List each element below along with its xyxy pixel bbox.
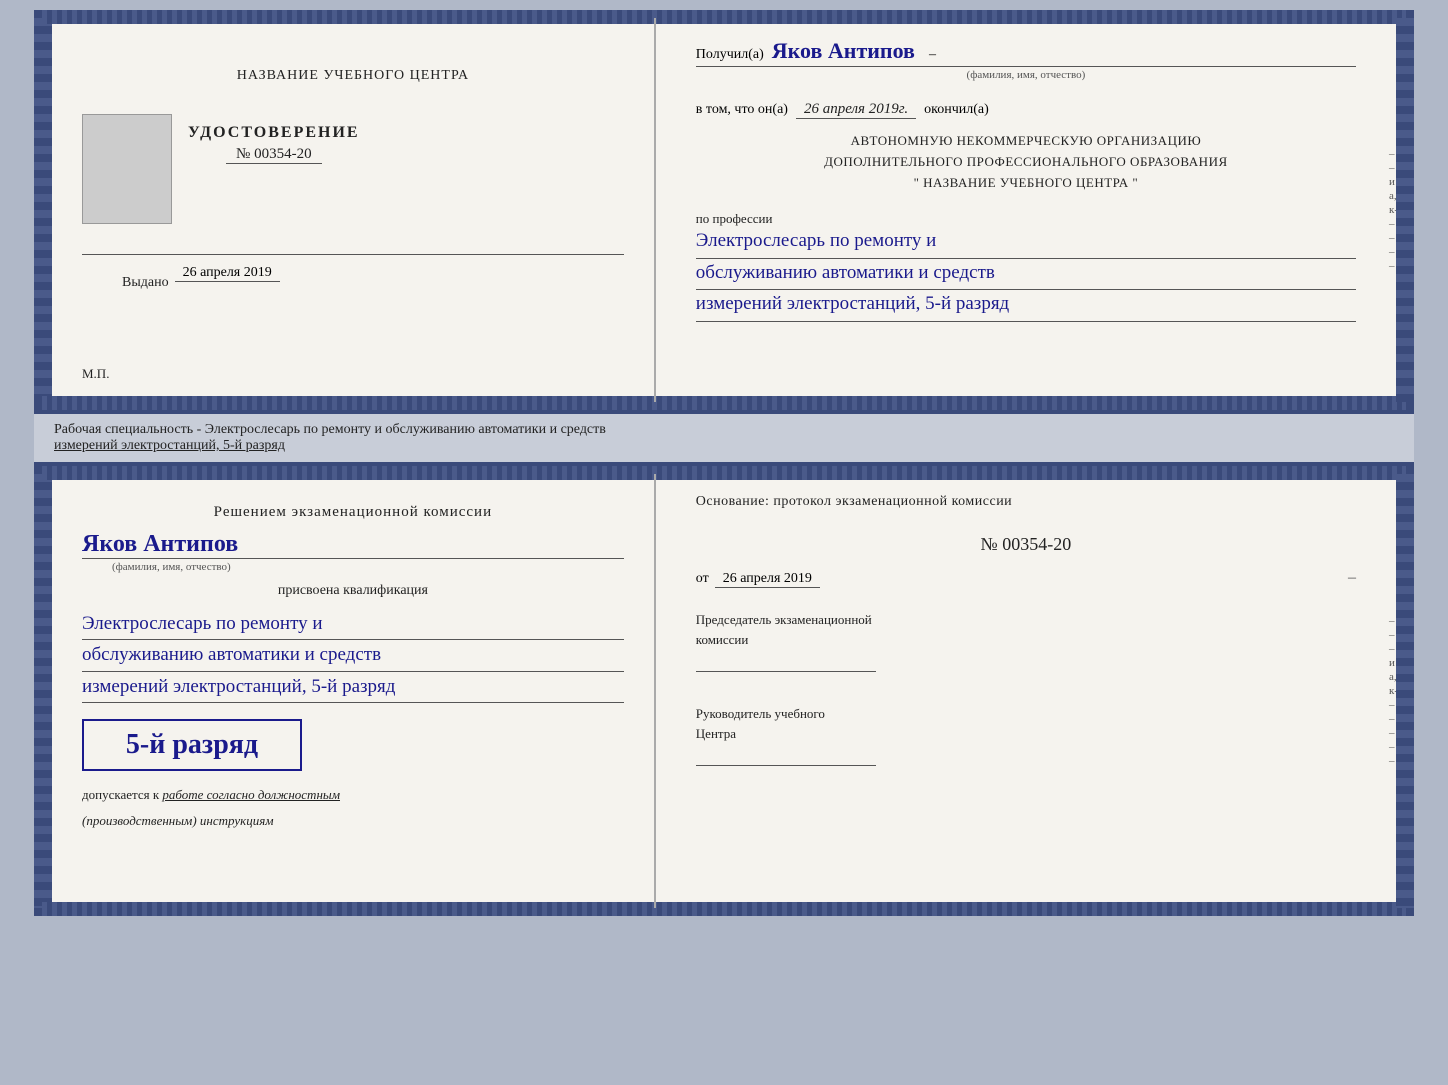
инструкции-label: (производственным) инструкциям bbox=[82, 813, 624, 829]
chairman-label: Председатель экзаменационной bbox=[696, 612, 1356, 628]
qual-line2: обслуживанию автоматики и средств bbox=[82, 640, 624, 671]
vtom-prefix: в том, что он(а) bbox=[696, 102, 788, 118]
middle-text-line1: Рабочая специальность - Электрослесарь п… bbox=[54, 422, 1394, 438]
profession-line1: Электрослесарь по ремонту и bbox=[696, 227, 1356, 259]
fio-subtitle-bottom: (фамилия, имя, отчество) bbox=[112, 561, 231, 573]
profession-line3: измерений электростанций, 5-й разряд bbox=[696, 290, 1356, 322]
org-block: АВТОНОМНУЮ НЕКОММЕРЧЕСКУЮ ОРГАНИЗАЦИЮ ДО… bbox=[696, 131, 1356, 193]
completion-date: 26 апреля 2019г. bbox=[796, 101, 916, 119]
org-line1: АВТОНОМНУЮ НЕКОММЕРЧЕСКУЮ ОРГАНИЗАЦИЮ bbox=[696, 131, 1356, 152]
допускается-block: допускается к работе согласно должностны… bbox=[82, 787, 624, 803]
profession-line2: обслуживанию автоматики и средств bbox=[696, 259, 1356, 291]
training-center-title: НАЗВАНИЕ УЧЕБНОГО ЦЕНТРА bbox=[237, 68, 469, 84]
certificate-number: № 00354-20 bbox=[226, 146, 322, 164]
head-label2: Центра bbox=[696, 726, 1356, 742]
protocol-number: № 00354-20 bbox=[696, 534, 1356, 555]
head-label: Руководитель учебного bbox=[696, 706, 1356, 722]
chairman-signature-line bbox=[696, 652, 876, 672]
cert-top-right: Получил(а) Яков Антипов – (фамилия, имя,… bbox=[656, 18, 1406, 402]
rank-badge: 5-й разряд bbox=[82, 719, 302, 771]
допускается-prefix: допускается к bbox=[82, 787, 159, 802]
recipient-name: Яков Антипов bbox=[772, 38, 915, 64]
cert-bottom-left: Решением экзаменационной комиссии Яков А… bbox=[42, 474, 656, 908]
assigned-label: присвоена квалификация bbox=[82, 583, 624, 599]
document-wrapper: НАЗВАНИЕ УЧЕБНОГО ЦЕНТРА УДОСТОВЕРЕНИЕ №… bbox=[34, 10, 1414, 916]
qual-line3: измерений электростанций, 5-й разряд bbox=[82, 672, 624, 703]
protocol-date: 26 апреля 2019 bbox=[715, 571, 820, 588]
head-block: Руководитель учебного Центра bbox=[696, 706, 1356, 766]
issued-date: 26 апреля 2019 bbox=[175, 265, 280, 282]
допускается-italic: работе согласно должностным bbox=[162, 787, 340, 802]
bottom-name: Яков Антипов bbox=[82, 531, 624, 559]
chairman-label2: комиссии bbox=[696, 632, 1356, 648]
fio-subtitle-top: (фамилия, имя, отчество) bbox=[696, 69, 1356, 81]
org-line2: ДОПОЛНИТЕЛЬНОГО ПРОФЕССИОНАЛЬНОГО ОБРАЗО… bbox=[696, 152, 1356, 173]
udostoverenie-block: УДОСТОВЕРЕНИЕ № 00354-20 bbox=[188, 124, 360, 164]
qual-line1: Электрослесарь по ремонту и bbox=[82, 609, 624, 640]
mp-label: М.П. bbox=[82, 366, 109, 382]
certificate-top: НАЗВАНИЕ УЧЕБНОГО ЦЕНТРА УДОСТОВЕРЕНИЕ №… bbox=[34, 10, 1414, 410]
middle-text-line2: измерений электростанций, 5-й разряд bbox=[54, 438, 1394, 454]
decision-title: Решением экзаменационной комиссии bbox=[82, 504, 624, 521]
middle-band: Рабочая специальность - Электрослесарь п… bbox=[34, 410, 1414, 466]
certificate-bottom: Решением экзаменационной комиссии Яков А… bbox=[34, 466, 1414, 916]
received-prefix: Получил(а) bbox=[696, 47, 764, 63]
protocol-date-prefix: от bbox=[696, 571, 709, 587]
chairman-block: Председатель экзаменационной комиссии bbox=[696, 612, 1356, 672]
issued-label: Выдано bbox=[122, 275, 169, 291]
okончил-label: окончил(а) bbox=[924, 102, 989, 118]
cert-top-left: НАЗВАНИЕ УЧЕБНОГО ЦЕНТРА УДОСТОВЕРЕНИЕ №… bbox=[42, 18, 656, 402]
head-signature-line bbox=[696, 746, 876, 766]
profession-prefix: по профессии bbox=[696, 211, 1356, 227]
osnov-label: Основание: протокол экзаменационной коми… bbox=[696, 494, 1356, 510]
udostoverenie-label: УДОСТОВЕРЕНИЕ bbox=[188, 124, 360, 142]
photo-placeholder bbox=[82, 114, 172, 224]
org-quote: " НАЗВАНИЕ УЧЕБНОГО ЦЕНТРА " bbox=[696, 173, 1356, 194]
cert-bottom-right: Основание: протокол экзаменационной коми… bbox=[656, 474, 1406, 908]
